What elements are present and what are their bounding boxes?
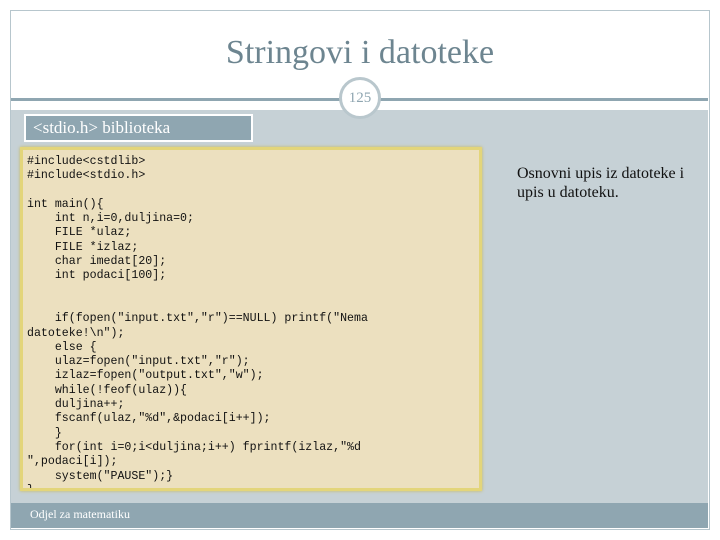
section-heading: <stdio.h> biblioteka bbox=[24, 114, 253, 142]
description-text: Osnovni upis iz datoteke i upis u datote… bbox=[517, 165, 685, 201]
code-text: #include<cstdlib> #include<stdio.h> int … bbox=[27, 155, 368, 491]
code-block: #include<cstdlib> #include<stdio.h> int … bbox=[20, 147, 482, 491]
slide-title: Stringovi i datoteke bbox=[225, 34, 495, 71]
page-number-badge: 125 bbox=[339, 77, 381, 119]
footer-text: Odjel za matematiku bbox=[30, 507, 130, 521]
page-number: 125 bbox=[348, 89, 372, 106]
